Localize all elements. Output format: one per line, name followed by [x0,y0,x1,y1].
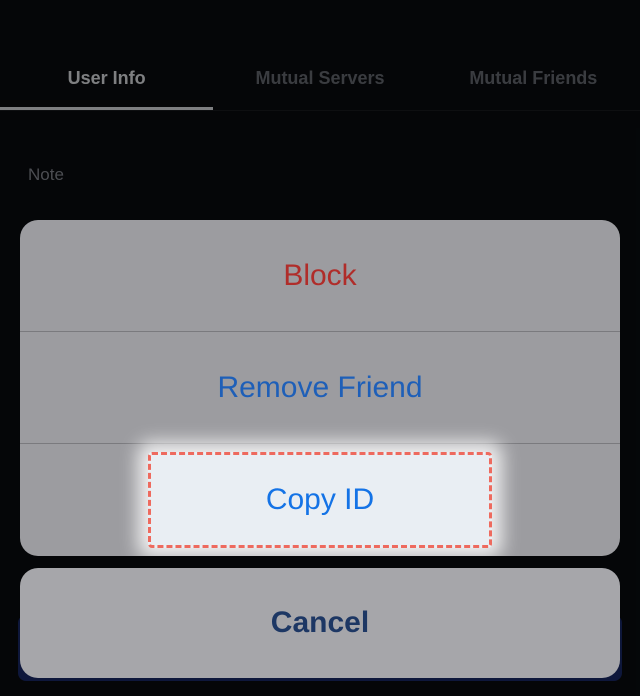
cancel-button[interactable]: Cancel [20,568,620,678]
action-sheet: Block Remove Friend Copy ID Cancel [20,220,620,678]
action-sheet-group: Block Remove Friend Copy ID [20,220,620,556]
copy-id-label: Copy ID [266,483,374,517]
copy-id-button[interactable]: Copy ID [20,444,620,556]
remove-friend-button[interactable]: Remove Friend [20,332,620,444]
block-button[interactable]: Block [20,220,620,332]
copy-id-highlight[interactable]: Copy ID [148,452,492,548]
